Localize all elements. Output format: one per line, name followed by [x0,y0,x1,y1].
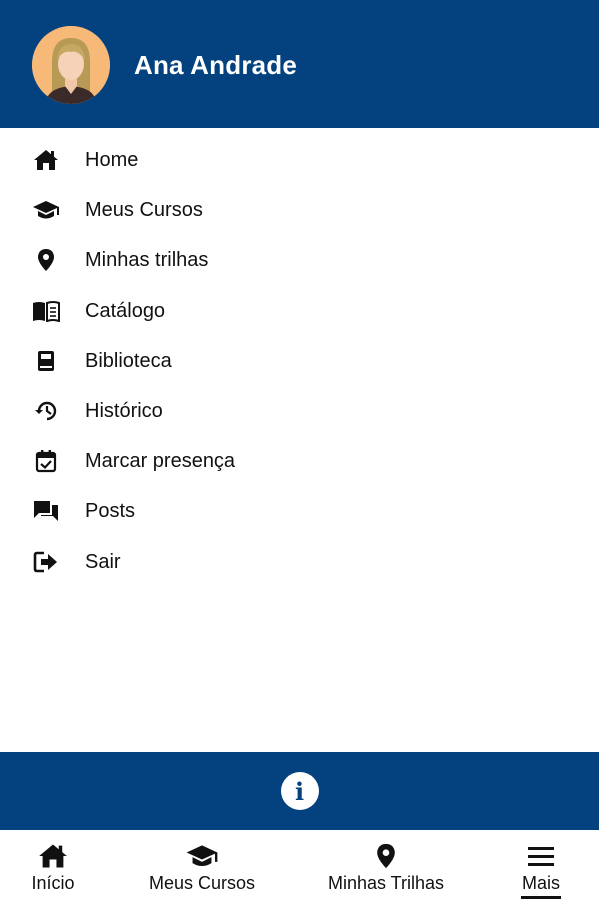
nav-item-inicio[interactable]: Início [22,830,84,900]
menu-item-label: Home [85,149,139,171]
nav-label: Início [31,873,75,893]
book-icon [32,349,60,373]
menu-item-catalogo[interactable]: Catálogo [0,286,599,336]
nav-item-mais[interactable]: Mais [514,830,568,900]
menu-item-label: Posts [85,500,136,523]
nav-label: Mais [521,873,560,893]
map-pin-icon [32,248,60,272]
menu-item-label: Biblioteca [85,349,172,372]
map-pin-icon [375,839,397,873]
nav-item-minhas-trilhas[interactable]: Minhas Trilhas [318,830,454,900]
menu-item-label: Meus Cursos [85,199,203,222]
history-icon [32,399,60,423]
nav-item-meus-cursos[interactable]: Meus Cursos [140,830,264,900]
menu-item-home[interactable]: Home [0,135,599,185]
chat-icon [32,499,60,523]
avatar-illustration [32,26,110,104]
home-icon [38,839,68,873]
hamburger-menu-icon [528,839,554,873]
user-name: Ana Andrade [134,50,298,80]
menu-item-biblioteca[interactable]: Biblioteca [0,336,599,386]
menu-item-historico[interactable]: Histórico [0,386,599,436]
menu-item-label: Sair [85,550,121,573]
info-bar: i [0,752,599,830]
menu-item-minhas-trilhas[interactable]: Minhas trilhas [0,235,599,285]
active-tab-indicator [521,896,561,899]
info-glyph: i [294,776,305,806]
menu-item-meus-cursos[interactable]: Meus Cursos [0,185,599,235]
nav-label: Minhas Trilhas [327,873,445,893]
menu-item-label: Marcar presença [85,450,236,473]
home-icon [32,148,60,172]
menu-item-posts[interactable]: Posts [0,486,599,536]
nav-label: Meus Cursos [148,873,256,893]
info-icon[interactable]: i [280,772,319,810]
menu-item-label: Catálogo [85,299,166,322]
menu-item-label: Minhas trilhas [85,249,209,272]
open-book-icon [32,299,60,323]
drawer-menu: Home Meus Cursos Minhas trilhas Catálogo… [0,135,599,587]
graduation-cap-icon [32,198,60,222]
menu-item-label: Histórico [85,399,163,422]
menu-item-marcar-presenca[interactable]: Marcar presença [0,436,599,486]
logout-icon [32,550,60,574]
bottom-navigation: Início Meus Cursos Minhas Trilhas Mais [0,830,599,900]
calendar-check-icon [32,449,60,473]
avatar[interactable] [32,26,110,104]
drawer-header: Ana Andrade [0,0,599,128]
graduation-cap-icon [184,839,220,873]
menu-item-sair[interactable]: Sair [0,537,599,587]
